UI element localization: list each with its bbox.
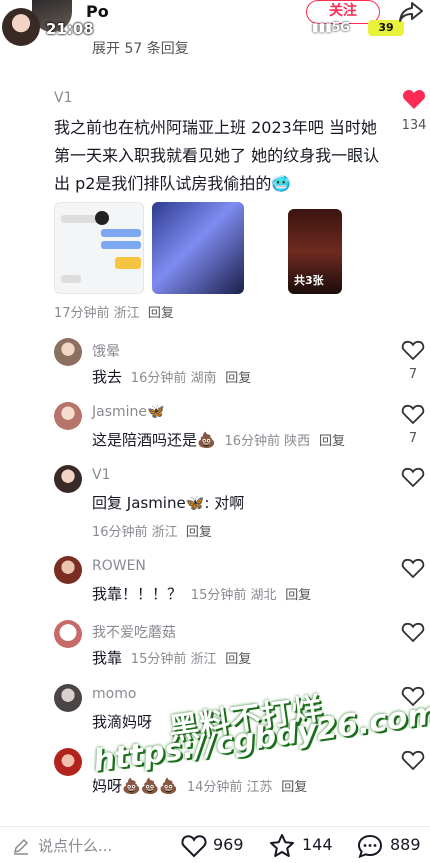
- like-heart-outline-icon[interactable]: [401, 466, 425, 488]
- reply-username[interactable]: 饿晕: [92, 341, 120, 361]
- chat-sticker: [115, 257, 141, 269]
- like-heart-outline-icon[interactable]: [180, 833, 208, 859]
- reply-meta-row: 16分钟前 浙江 回复: [92, 521, 212, 540]
- like-heart-outline-icon[interactable]: [401, 557, 425, 579]
- reply-content: 我去: [92, 368, 123, 386]
- reply-meta: 16分钟前 陕西: [224, 434, 311, 449]
- like-heart-icon[interactable]: [402, 88, 426, 110]
- status-time: 21:08: [46, 20, 94, 38]
- comment-bubble-icon[interactable]: [356, 833, 384, 859]
- like-count: 134: [401, 118, 427, 133]
- chat-sticker: [95, 211, 109, 225]
- reply-text: 我靠！！！？ 15分钟前 湖北 回复: [92, 583, 311, 604]
- reply-avatar[interactable]: [54, 748, 82, 776]
- favorite-total: 144: [302, 835, 333, 854]
- reply-username[interactable]: momo: [92, 686, 136, 702]
- reply-username[interactable]: ROWEN: [92, 558, 146, 574]
- image-count-badge: 共3张: [294, 274, 324, 287]
- reply-button[interactable]: 回复: [319, 434, 345, 449]
- chat-bubble: [101, 241, 141, 249]
- reply-like-count: 7: [408, 431, 418, 446]
- reply-username[interactable]: 我不爱吃蘑菇: [92, 622, 176, 642]
- network-type: 5G: [331, 20, 351, 34]
- reply-username[interactable]: V1: [92, 467, 110, 483]
- comment-total: 889: [390, 835, 421, 854]
- top-bar: Po 21:08 关注 ▮▮▮5G 39 展开 57 条回复: [0, 0, 430, 58]
- expand-replies-link[interactable]: 展开 57 条回复: [92, 38, 189, 58]
- reply-avatar[interactable]: [54, 556, 82, 584]
- reply-button[interactable]: 回复: [281, 780, 307, 795]
- comment-time-location: 17分钟前 浙江: [54, 306, 140, 321]
- like-heart-outline-icon[interactable]: [401, 403, 425, 425]
- like-heart-outline-icon[interactable]: [401, 621, 425, 643]
- reply-text: 我滴妈呀: [92, 713, 153, 731]
- chat-bubble: [101, 229, 141, 237]
- signal-indicator: ▮▮▮5G: [312, 20, 351, 34]
- comment-text: 我之前也在杭州阿瑞亚上班 2023年吧 当时她第一天来入职我就看见她了 她的纹身…: [54, 118, 380, 193]
- reply-avatar[interactable]: [54, 402, 82, 430]
- reply-content: 我靠: [92, 649, 123, 667]
- reply-button[interactable]: 回复: [148, 306, 174, 321]
- reply-avatar[interactable]: [54, 684, 82, 712]
- reply-meta: 14分钟前 江苏: [186, 780, 273, 795]
- share-icon[interactable]: [398, 0, 424, 24]
- reply-button[interactable]: 回复: [285, 588, 311, 603]
- reply-avatar[interactable]: [54, 465, 82, 493]
- chat-bubble: [61, 275, 81, 283]
- reply-text: 这是陪酒吗还是💩 16分钟前 陕西 回复: [92, 429, 345, 450]
- reply-content: 我靠！！！？: [92, 585, 183, 603]
- author-username[interactable]: Po: [86, 2, 109, 21]
- reply-meta: 16分钟前 湖南: [130, 371, 217, 386]
- like-heart-outline-icon[interactable]: [401, 749, 425, 771]
- commenter-avatar[interactable]: [2, 8, 40, 46]
- pencil-icon: [13, 838, 29, 855]
- like-total: 969: [213, 835, 244, 854]
- commenter-username[interactable]: V1: [54, 90, 72, 106]
- like-heart-outline-icon[interactable]: [401, 339, 425, 361]
- reply-username[interactable]: Jasmine🦋: [92, 404, 164, 420]
- reply-avatar[interactable]: [54, 338, 82, 366]
- reply-text: 我靠 15分钟前 浙江 回复: [92, 647, 251, 668]
- reply-text: 妈呀💩💩💩 14分钟前 江苏 回复: [92, 775, 307, 796]
- comment-image-room[interactable]: 共3张: [288, 209, 342, 294]
- reply-like-count: 7: [408, 367, 418, 382]
- comment-input[interactable]: 说点什么...: [38, 835, 112, 856]
- reply-meta: 16分钟前 浙江: [92, 525, 178, 540]
- reply-button[interactable]: 回复: [225, 652, 251, 667]
- comment-meta: 17分钟前 浙江 回复: [54, 302, 174, 321]
- reply-button[interactable]: 回复: [225, 371, 251, 386]
- reply-text: 回复 Jasmine🦋: 对啊: [92, 494, 245, 512]
- reply-button[interactable]: 回复: [186, 525, 212, 540]
- comment-image-chat[interactable]: [54, 202, 144, 294]
- reply-text: 我去 16分钟前 湖南 回复: [92, 366, 251, 387]
- bottom-bar: 说点什么... 969 144 889: [0, 826, 430, 863]
- reply-content: 这是陪酒吗还是💩: [92, 431, 216, 449]
- reply-avatar[interactable]: [54, 620, 82, 648]
- reply-meta: 15分钟前 湖北: [190, 588, 277, 603]
- reply-content: 妈呀💩💩💩: [92, 777, 179, 795]
- reply-meta: 15分钟前 浙江: [130, 652, 217, 667]
- star-outline-icon[interactable]: [268, 833, 296, 859]
- comment-image-party[interactable]: [152, 202, 244, 294]
